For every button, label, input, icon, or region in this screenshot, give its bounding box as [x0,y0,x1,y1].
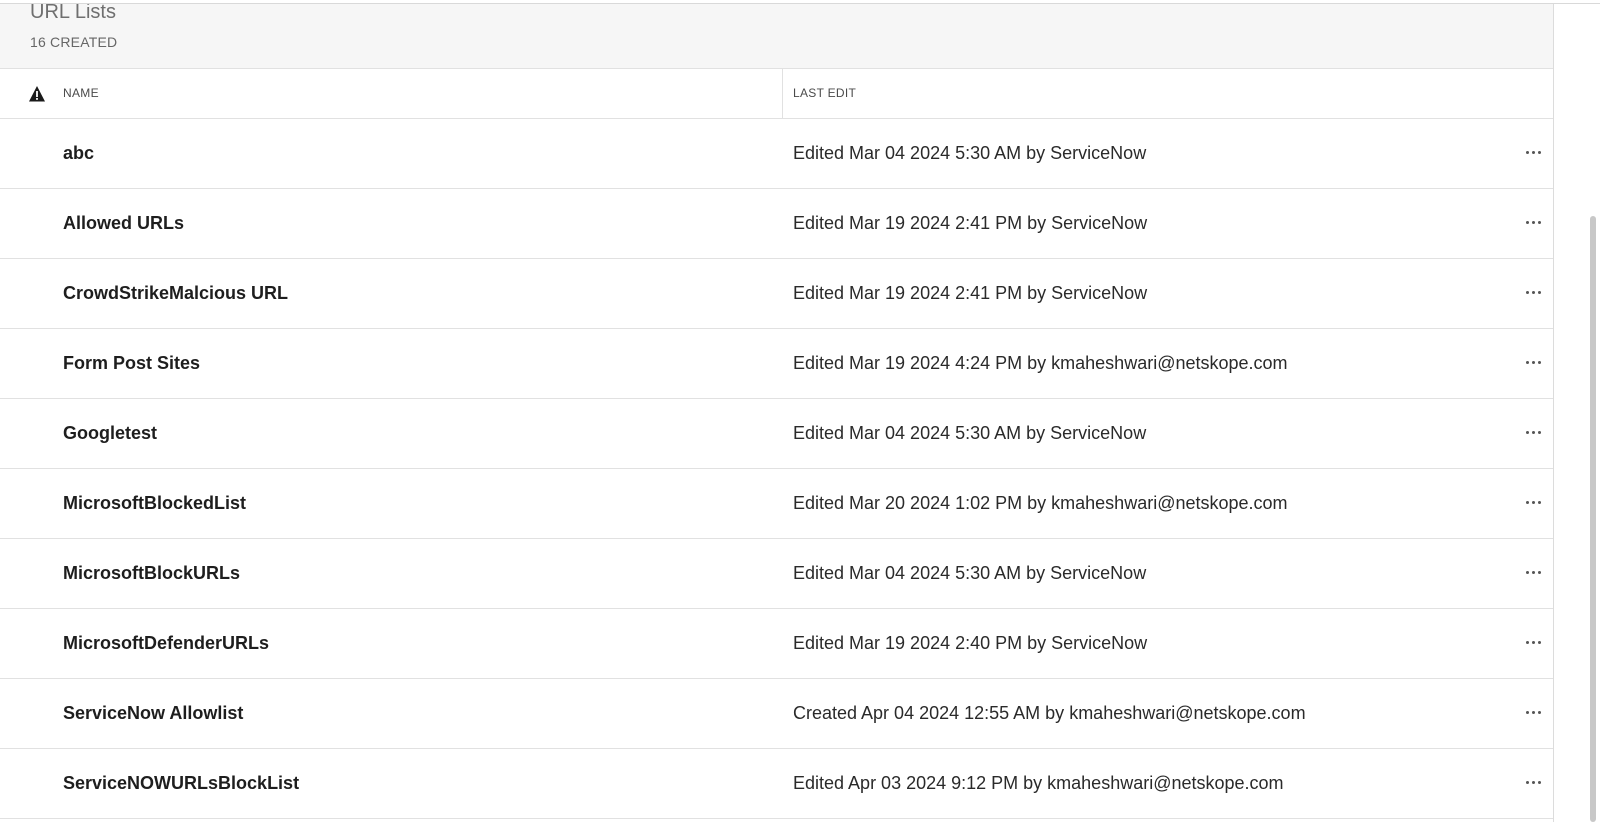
row-last-edit: Edited Mar 19 2024 2:40 PM by ServiceNow [793,633,1148,653]
more-horizontal-icon[interactable] [1522,351,1544,373]
panel-header: URL Lists 16 CREATED [0,4,1553,69]
row-name[interactable]: abc [63,143,94,164]
row-last-edit: Edited Mar 04 2024 5:30 AM by ServiceNow [793,423,1147,443]
row-name[interactable]: Allowed URLs [63,213,184,234]
table-row[interactable]: Allowed URLs Edited Mar 19 2024 2:41 PM … [0,189,1553,259]
row-last-edit: Edited Mar 20 2024 1:02 PM by kmaheshwar… [793,493,1288,513]
created-count: 16 CREATED [30,34,118,50]
row-name[interactable]: CrowdStrikeMalcious URL [63,283,288,304]
row-last-edit: Edited Mar 19 2024 2:41 PM by ServiceNow [793,283,1148,303]
table-row[interactable]: Form Post Sites Edited Mar 19 2024 4:24 … [0,329,1553,399]
table-row[interactable]: MicrosoftDefenderURLs Edited Mar 19 2024… [0,609,1553,679]
url-lists-panel: URL Lists 16 CREATED NAME LAST EDIT abc … [0,4,1554,822]
more-horizontal-icon[interactable] [1522,421,1544,443]
row-name[interactable]: MicrosoftDefenderURLs [63,633,269,654]
more-horizontal-icon[interactable] [1522,211,1544,233]
more-horizontal-icon[interactable] [1522,631,1544,653]
table-row[interactable]: abc Edited Mar 04 2024 5:30 AM by Servic… [0,119,1553,189]
row-last-edit: Edited Mar 04 2024 5:30 AM by ServiceNow [793,143,1147,163]
row-name[interactable]: MicrosoftBlockedList [63,493,246,514]
column-header-name[interactable]: NAME [63,86,99,100]
page-title: URL Lists [30,4,116,23]
row-name[interactable]: ServiceNOWURLsBlockList [63,773,299,794]
more-horizontal-icon[interactable] [1522,561,1544,583]
url-lists-page: URL Lists 16 CREATED NAME LAST EDIT abc … [0,0,1600,822]
table-body: abc Edited Mar 04 2024 5:30 AM by Servic… [0,119,1553,819]
table-row[interactable]: ServiceNow Allowlist Created Apr 04 2024… [0,679,1553,749]
row-last-edit: Edited Apr 03 2024 9:12 PM by kmaheshwar… [793,773,1284,793]
row-name[interactable]: MicrosoftBlockURLs [63,563,240,584]
column-divider [782,69,783,118]
table-row[interactable]: ServiceNOWURLsBlockList Edited Apr 03 20… [0,749,1553,819]
vertical-scrollbar[interactable] [1590,216,1596,822]
table-row[interactable]: CrowdStrikeMalcious URL Edited Mar 19 20… [0,259,1553,329]
row-name[interactable]: Form Post Sites [63,353,200,374]
table-header: NAME LAST EDIT [0,69,1553,119]
more-horizontal-icon[interactable] [1522,771,1544,793]
table-row[interactable]: Googletest Edited Mar 04 2024 5:30 AM by… [0,399,1553,469]
more-horizontal-icon[interactable] [1522,281,1544,303]
column-header-last-edit[interactable]: LAST EDIT [793,86,856,100]
more-horizontal-icon[interactable] [1522,141,1544,163]
row-last-edit: Edited Mar 04 2024 5:30 AM by ServiceNow [793,563,1147,583]
table-row[interactable]: MicrosoftBlockedList Edited Mar 20 2024 … [0,469,1553,539]
warning-icon [29,86,45,102]
table-row[interactable]: MicrosoftBlockURLs Edited Mar 04 2024 5:… [0,539,1553,609]
row-name[interactable]: ServiceNow Allowlist [63,703,243,724]
row-name[interactable]: Googletest [63,423,157,444]
more-horizontal-icon[interactable] [1522,491,1544,513]
more-horizontal-icon[interactable] [1522,701,1544,723]
row-last-edit: Created Apr 04 2024 12:55 AM by kmaheshw… [793,703,1306,723]
row-last-edit: Edited Mar 19 2024 2:41 PM by ServiceNow [793,213,1148,233]
row-last-edit: Edited Mar 19 2024 4:24 PM by kmaheshwar… [793,353,1288,373]
